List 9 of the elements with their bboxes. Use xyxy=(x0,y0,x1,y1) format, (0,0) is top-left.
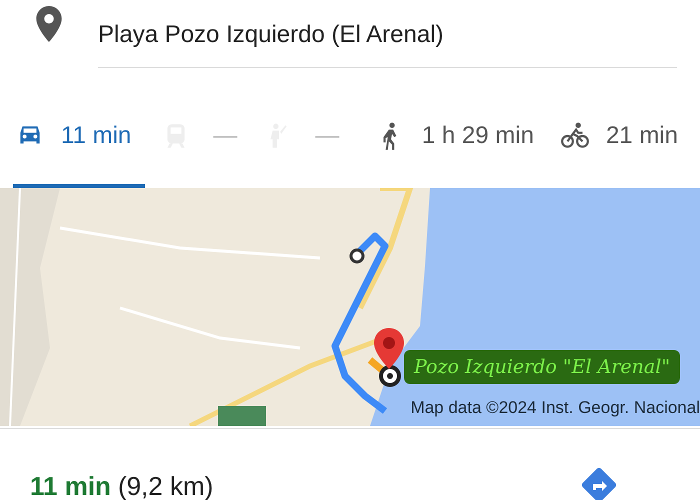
travel-mode-tab[interactable]: 21 min xyxy=(558,88,688,188)
map-attribution: Map data ©2024 Inst. Geogr. Nacional xyxy=(410,398,700,418)
destination-label: Pozo Izquierdo "El Arenal" xyxy=(404,350,680,384)
route-distance: (9,2 km) xyxy=(118,470,214,500)
location-pin-icon xyxy=(36,6,62,42)
route-duration: 11 min xyxy=(30,470,111,500)
travel-mode-tab[interactable]: 1 h 29 min xyxy=(374,88,544,188)
bike-icon xyxy=(560,121,590,151)
destination-field[interactable]: Playa Pozo Izquierdo (El Arenal) xyxy=(98,0,677,68)
